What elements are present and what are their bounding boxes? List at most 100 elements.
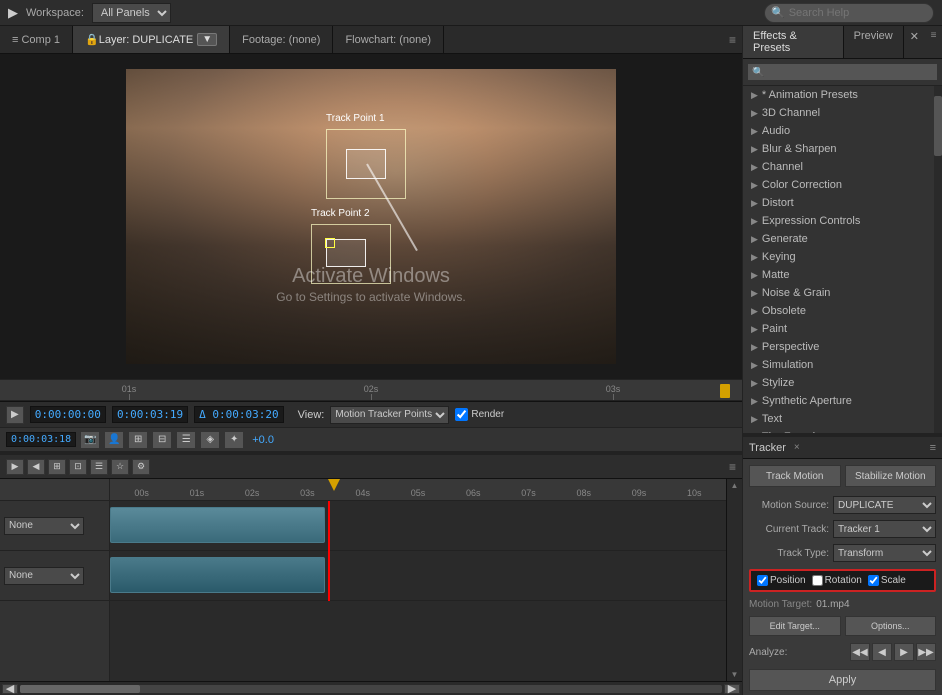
effect-item-15[interactable]: ▶Simulation <box>743 356 934 374</box>
motion-source-select[interactable]: DUPLICATE <box>833 496 936 514</box>
bottom-time[interactable]: 0:00:03:18 <box>6 432 76 447</box>
effect-arrow-12: ▶ <box>751 306 758 317</box>
tl-tool-4[interactable]: ⊡ <box>69 459 87 475</box>
effect-label-4: Channel <box>762 161 803 173</box>
tl-menu[interactable]: ≡ <box>729 460 736 474</box>
tracker-header: Tracker × ≡ <box>743 437 942 459</box>
tl-tool-7[interactable]: ⚙ <box>132 459 150 475</box>
track-2-select[interactable]: None <box>4 567 84 585</box>
analyze-prev-btn[interactable]: ◀ <box>872 643 892 661</box>
edit-target-btn[interactable]: Edit Target... <box>749 616 841 636</box>
track-type-select[interactable]: Transform <box>833 544 936 562</box>
track-1-select[interactable]: None <box>4 517 84 535</box>
timeline-ruler-viewer: 01s 02s 03s <box>0 379 742 401</box>
tl-scroll-down[interactable]: ▼ <box>731 670 739 679</box>
tl-hscroll-right[interactable]: ▶ <box>724 684 740 694</box>
tl-mark-05s: 05s <box>390 488 445 498</box>
track-motion-btn[interactable]: Track Motion <box>749 465 841 487</box>
effect-item-6[interactable]: ▶Distort <box>743 194 934 212</box>
playback-btn[interactable]: ▶ <box>6 406 24 424</box>
tl-hscrollbar[interactable]: ◀ ▶ <box>0 681 742 695</box>
effect-item-18[interactable]: ▶Text <box>743 410 934 428</box>
tool-7[interactable]: ✦ <box>224 431 244 449</box>
tab-bar-menu[interactable]: ≡ <box>723 33 742 47</box>
effect-label-16: Stylize <box>762 377 794 389</box>
tl-hscroll-left[interactable]: ◀ <box>2 684 18 694</box>
effect-item-3[interactable]: ▶Blur & Sharpen <box>743 140 934 158</box>
effect-item-5[interactable]: ▶ Color Correction <box>743 176 934 194</box>
effect-item-2[interactable]: ▶Audio <box>743 122 934 140</box>
tab-comp[interactable]: ≡ Comp 1 <box>0 26 73 53</box>
tab-layer[interactable]: 🔒 Layer: DUPLICATE ▼ <box>73 26 230 53</box>
tab-effects-presets[interactable]: Effects & Presets <box>743 26 844 58</box>
options-btn[interactable]: Options... <box>845 616 937 636</box>
workspace-select[interactable]: All Panels <box>92 3 171 23</box>
current-track-select[interactable]: Tracker 1 <box>833 520 936 538</box>
timeline-header: ▶ ◀ ⊞ ⊡ ☰ ☆ ⚙ ≡ <box>0 455 742 479</box>
render-checkbox[interactable] <box>455 408 468 421</box>
stabilize-motion-btn[interactable]: Stabilize Motion <box>845 465 937 487</box>
effects-scrollbar-thumb[interactable] <box>934 96 942 156</box>
tab-footage[interactable]: Footage: (none) <box>230 26 333 53</box>
tool-3[interactable]: ⊞ <box>128 431 148 449</box>
tl-clip-2[interactable] <box>110 557 325 593</box>
time-current[interactable]: 0:00:00:00 <box>30 406 106 423</box>
rotation-checkbox[interactable] <box>812 575 823 586</box>
effects-panel-close[interactable]: ✕ <box>904 26 925 58</box>
camera-btn[interactable]: 📷 <box>80 431 100 449</box>
tl-track-row-1[interactable] <box>110 501 726 551</box>
effects-panel-menu[interactable]: ≡ <box>925 26 942 44</box>
effect-item-13[interactable]: ▶Paint <box>743 320 934 338</box>
tracker-close[interactable]: ≡ <box>930 442 936 454</box>
effect-label-2: Audio <box>762 125 790 137</box>
tool-4[interactable]: ⊟ <box>152 431 172 449</box>
tl-scrollbar[interactable]: ▲ ▼ <box>726 479 742 681</box>
tl-tool-2[interactable]: ◀ <box>27 459 45 475</box>
effect-item-17[interactable]: ▶Synthetic Aperture <box>743 392 934 410</box>
effect-arrow-5: ▶ <box>751 180 758 191</box>
tl-clip-1[interactable] <box>110 507 325 543</box>
effects-search-input[interactable] <box>747 63 938 81</box>
effect-item-12[interactable]: ▶ Obsolete <box>743 302 934 320</box>
effect-item-1[interactable]: ▶3D Channel <box>743 104 934 122</box>
tl-ruler-inner: 00s 01s 02s 03s 04s 05s 06s 07s 08s 09s … <box>110 488 726 498</box>
tl-scroll-up[interactable]: ▲ <box>731 481 739 490</box>
effect-item-7[interactable]: ▶Expression Controls <box>743 212 934 230</box>
analyze-rw-btn[interactable]: ◀◀ <box>850 643 870 661</box>
effects-scrollbar[interactable] <box>934 86 942 433</box>
ruler-mark-1s: 01s <box>8 384 250 400</box>
effect-item-0[interactable]: ▶* Animation Presets <box>743 86 934 104</box>
search-bar: 🔍 <box>764 3 934 23</box>
effect-item-10[interactable]: ▶Matte <box>743 266 934 284</box>
tl-tool-5[interactable]: ☰ <box>90 459 108 475</box>
effect-item-14[interactable]: ▶Perspective <box>743 338 934 356</box>
timeline-content: None None 00s 01s <box>0 479 742 681</box>
effect-item-8[interactable]: ▶Generate <box>743 230 934 248</box>
tool-5[interactable]: ☰ <box>176 431 196 449</box>
view-select[interactable]: Motion Tracker Points <box>330 406 449 424</box>
effect-item-16[interactable]: ▶Stylize <box>743 374 934 392</box>
scale-checkbox[interactable] <box>868 575 879 586</box>
rotation-label: Rotation <box>825 575 862 586</box>
effect-label-12: Obsolete <box>762 305 806 317</box>
tl-tool-6[interactable]: ☆ <box>111 459 129 475</box>
apply-btn[interactable]: Apply <box>749 669 936 691</box>
effect-item-4[interactable]: ▶Channel <box>743 158 934 176</box>
tl-tool-1[interactable]: ▶ <box>6 459 24 475</box>
effect-arrow-9: ▶ <box>751 252 758 263</box>
effect-label-5: Color Correction <box>762 179 842 191</box>
tl-hscroll-thumb[interactable] <box>20 685 140 693</box>
tab-preview[interactable]: Preview <box>844 26 904 58</box>
effect-item-9[interactable]: ▶Keying <box>743 248 934 266</box>
tool-6[interactable]: ◈ <box>200 431 220 449</box>
tl-tool-3[interactable]: ⊞ <box>48 459 66 475</box>
person-btn[interactable]: 👤 <box>104 431 124 449</box>
effect-item-11[interactable]: ▶Noise & Grain <box>743 284 934 302</box>
tl-track-row-2[interactable] <box>110 551 726 601</box>
analyze-ff-btn[interactable]: ▶▶ <box>916 643 936 661</box>
tl-hscroll-track[interactable] <box>20 685 722 693</box>
tab-flowchart[interactable]: Flowchart: (none) <box>333 26 444 53</box>
position-checkbox[interactable] <box>757 575 768 586</box>
search-input[interactable] <box>789 7 927 19</box>
analyze-next-btn[interactable]: ▶ <box>894 643 914 661</box>
